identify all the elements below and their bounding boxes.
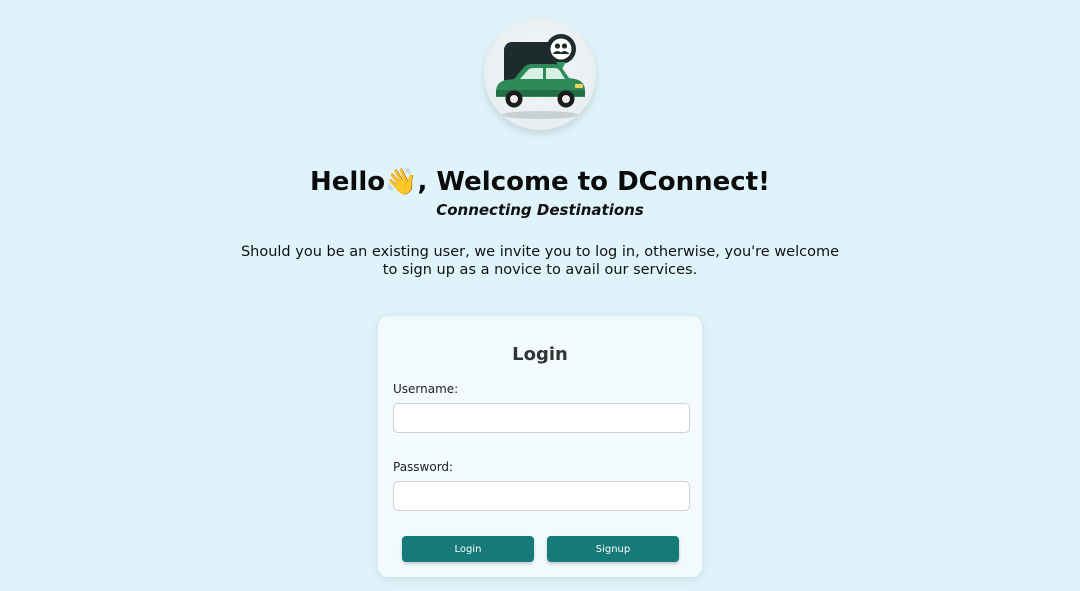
- login-title: Login: [512, 344, 568, 365]
- login-card: Login Username: Password: Login Signup: [378, 316, 702, 577]
- page-subtitle: Connecting Destinations: [436, 201, 644, 219]
- username-input[interactable]: [393, 403, 690, 433]
- logo: [484, 18, 596, 130]
- intro-text: Should you be an existing user, we invit…: [240, 244, 840, 278]
- welcome-page: Hello👋, Welcome to DConnect! Connecting …: [0, 0, 1080, 591]
- password-label: Password:: [393, 460, 454, 474]
- signup-button[interactable]: Signup: [547, 536, 679, 562]
- password-input[interactable]: [393, 481, 690, 511]
- username-label: Username:: [393, 382, 459, 396]
- login-button[interactable]: Login: [402, 536, 534, 562]
- page-title: Hello👋, Welcome to DConnect!: [310, 167, 770, 197]
- car-with-users-icon: [496, 34, 585, 119]
